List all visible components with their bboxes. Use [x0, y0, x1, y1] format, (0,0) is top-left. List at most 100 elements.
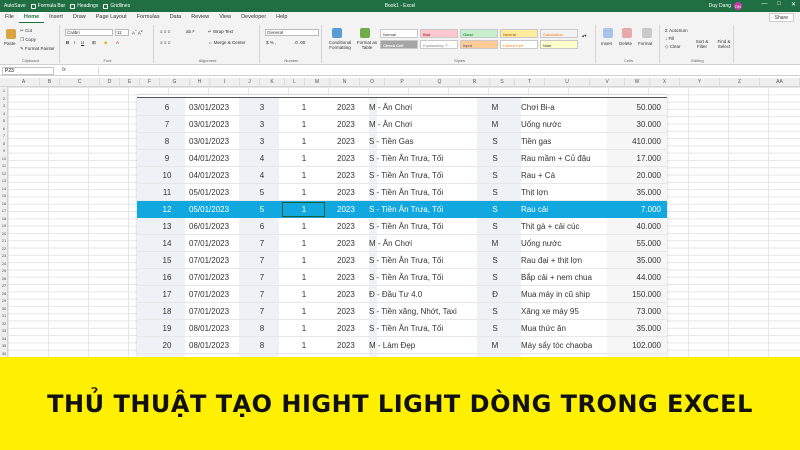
cell-month[interactable]: 1 — [299, 337, 309, 354]
cell-cat[interactable]: M - Ăn Chơi — [369, 99, 477, 116]
cell-no[interactable]: 15 — [157, 252, 177, 269]
row-header[interactable]: 20 — [0, 230, 8, 237]
table-row[interactable]: 14 07/01/2023 7 1 2023 M - Ăn Chơi M Uống nước 5… — [137, 235, 667, 252]
cell-date[interactable]: 06/01/2023 — [189, 218, 237, 235]
cell-month[interactable]: 1 — [299, 320, 309, 337]
cell-code[interactable]: S — [489, 201, 501, 218]
font-color-button[interactable]: A — [116, 40, 119, 45]
row-header[interactable]: 7 — [0, 132, 8, 139]
row-header[interactable]: 10 — [0, 155, 8, 162]
cell-day[interactable]: 7 — [257, 235, 267, 252]
cell-amount[interactable]: 102.000 — [613, 337, 661, 354]
row-header[interactable]: 25 — [0, 267, 8, 274]
cell-day[interactable]: 8 — [257, 320, 267, 337]
row-header[interactable]: 11 — [0, 162, 8, 169]
column-header[interactable]: G — [160, 78, 190, 87]
tab-review[interactable]: Review — [186, 12, 214, 23]
cell-date[interactable]: 04/01/2023 — [189, 167, 237, 184]
cell-no[interactable]: 10 — [157, 167, 177, 184]
cell-day[interactable]: 4 — [257, 167, 267, 184]
column-header[interactable]: AA — [760, 78, 800, 87]
cell-code[interactable]: M — [489, 116, 501, 133]
row-header[interactable]: 21 — [0, 237, 8, 244]
column-header[interactable]: M — [305, 78, 330, 87]
cell-no[interactable]: 9 — [157, 150, 177, 167]
cell-code[interactable]: S — [489, 133, 501, 150]
row-header[interactable]: 5 — [0, 117, 8, 124]
cell-year[interactable]: 2023 — [337, 133, 361, 150]
style-explanatory[interactable]: Explanatory T... — [420, 40, 458, 49]
row-header[interactable]: 35 — [0, 342, 8, 349]
cell-date[interactable]: 07/01/2023 — [189, 252, 237, 269]
style-good[interactable]: Good — [460, 29, 498, 38]
cell-month[interactable]: 1 — [299, 184, 309, 201]
cell-code[interactable]: S — [489, 184, 501, 201]
row-header[interactable]: 33 — [0, 327, 8, 334]
column-header[interactable]: C — [60, 78, 100, 87]
cell-amount[interactable]: 35.000 — [613, 252, 661, 269]
cell-amount[interactable]: 35.000 — [613, 320, 661, 337]
row-header[interactable]: 26 — [0, 275, 8, 282]
cell-day[interactable]: 8 — [257, 337, 267, 354]
tab-draw[interactable]: Draw — [68, 12, 91, 23]
cell-code[interactable]: S — [489, 269, 501, 286]
cell-code[interactable]: S — [489, 150, 501, 167]
table-row[interactable]: 10 04/01/2023 4 1 2023 S - Tiền Ăn Trưa, Tối S… — [137, 167, 667, 184]
table-row[interactable]: 17 07/01/2023 7 1 2023 Đ - Đầu Tư 4.0 Đ Mua máy… — [137, 286, 667, 303]
cell-amount[interactable]: 7.000 — [613, 201, 661, 218]
cell-cat[interactable]: S - Tiền Ăn Trưa, Tối — [369, 167, 477, 184]
style-input[interactable]: Input — [460, 40, 498, 49]
bold-button[interactable]: B — [66, 40, 69, 45]
cell-date[interactable]: 08/01/2023 — [189, 337, 237, 354]
cell-day[interactable]: 7 — [257, 252, 267, 269]
cell-no[interactable]: 12 — [157, 201, 177, 218]
currency-button[interactable]: $ % , — [266, 40, 276, 45]
cell-desc[interactable]: Thịt gà + cải cúc — [521, 218, 611, 235]
cell-amount[interactable]: 30.000 — [613, 116, 661, 133]
cell-cat[interactable]: S - Tiền Ăn Trưa, Tối — [369, 320, 477, 337]
table-row[interactable]: 11 05/01/2023 5 1 2023 S - Tiền Ăn Trưa, Tối S… — [137, 184, 667, 201]
insert-cells-button[interactable]: Insert — [601, 41, 612, 46]
cell-month[interactable]: 1 — [299, 99, 309, 116]
cell-cat[interactable]: S - Tiền Ăn Trưa, Tối — [369, 269, 477, 286]
cell-month[interactable]: 1 — [299, 235, 309, 252]
cell-day[interactable]: 3 — [257, 99, 267, 116]
cell-year[interactable]: 2023 — [337, 167, 361, 184]
cell-no[interactable]: 17 — [157, 286, 177, 303]
tab-data[interactable]: Data — [165, 12, 187, 23]
column-header[interactable]: Z — [720, 78, 760, 87]
cell-cat[interactable]: S - Tiền Ăn Trưa, Tối — [369, 218, 477, 235]
cell-amount[interactable]: 20.000 — [613, 167, 661, 184]
share-button[interactable]: Share — [768, 13, 794, 22]
delete-cells-button[interactable]: Delete — [619, 41, 632, 46]
qa-headings[interactable]: Headings — [70, 3, 98, 9]
cell-code[interactable]: S — [489, 167, 501, 184]
cell-cat[interactable]: S - Tiền Ăn Trưa, Tối — [369, 184, 477, 201]
cell-no[interactable]: 19 — [157, 320, 177, 337]
cell-no[interactable]: 13 — [157, 218, 177, 235]
name-box[interactable]: P23 — [2, 67, 54, 75]
column-header[interactable]: L — [285, 78, 305, 87]
cell-day[interactable]: 3 — [257, 133, 267, 150]
cell-desc[interactable]: Rau mầm + Củ đậu — [521, 150, 611, 167]
cell-cat[interactable]: S - Tiền Gas — [369, 133, 477, 150]
cell-desc[interactable]: Uống nước — [521, 235, 611, 252]
table-row[interactable]: 9 04/01/2023 4 1 2023 S - Tiền Ăn Trưa, Tối S R… — [137, 150, 667, 167]
fill-button[interactable]: ↓ Fill — [665, 36, 674, 41]
table-row[interactable]: 16 07/01/2023 7 1 2023 S - Tiền Ăn Trưa, Tối S… — [137, 269, 667, 286]
column-header[interactable]: V — [590, 78, 625, 87]
cell-amount[interactable]: 44.000 — [613, 269, 661, 286]
row-header[interactable]: 29 — [0, 297, 8, 304]
borders-button[interactable]: ⊞ — [92, 40, 96, 46]
cell-year[interactable]: 2023 — [337, 150, 361, 167]
table-row[interactable]: 19 08/01/2023 8 1 2023 S - Tiền Ăn Trưa, Tối S… — [137, 320, 667, 337]
cell-cat[interactable]: S - Tiền Ăn Trưa, Tối — [369, 150, 477, 167]
autosave-toggle[interactable]: AutoSave — [4, 3, 26, 9]
cell-amount[interactable]: 50.000 — [613, 99, 661, 116]
row-header[interactable]: 9 — [0, 147, 8, 154]
tab-page-layout[interactable]: Page Layout — [91, 12, 132, 23]
cell-month[interactable]: 1 — [299, 252, 309, 269]
row-header[interactable]: 6 — [0, 125, 8, 132]
column-header[interactable]: A — [8, 78, 40, 87]
table-row[interactable]: 7 03/01/2023 3 1 2023 M - Ăn Chơi M Uống nước 30… — [137, 116, 667, 133]
